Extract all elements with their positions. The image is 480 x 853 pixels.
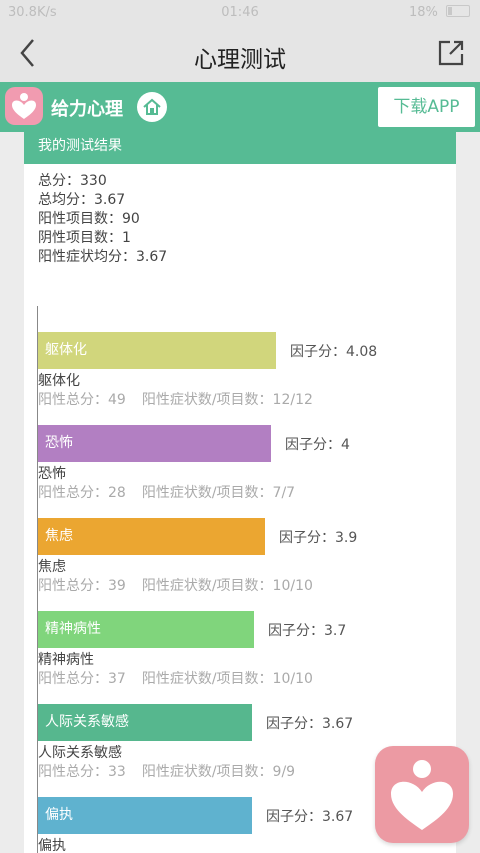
factor-bar: 精神病性 [38, 611, 254, 648]
factor-score-label: 因子分：3.9 [279, 530, 358, 546]
factor-row: 恐怖 因子分：4 恐怖 阳性总分：28 阳性症状数/项目数：7/7 [38, 399, 448, 501]
summary-average: 总均分：3.67 [38, 192, 126, 208]
battery-level: 18% [408, 5, 438, 20]
title-bar: 心理测试 [0, 26, 480, 83]
result-card: 我的测试结果 总分：330 总均分：3.67 阳性项目数：90 阴性项目数：1 … [24, 132, 456, 853]
factor-name: 人际关系敏感 [38, 745, 122, 761]
home-icon [143, 98, 161, 115]
summary-total: 总分：330 [38, 173, 107, 189]
factor-score-label: 因子分：4.08 [290, 344, 378, 360]
heart-person-icon [12, 93, 36, 119]
result-summary: 总分：330 总均分：3.67 阳性项目数：90 阴性项目数：1 阳性症状均分：… [24, 164, 456, 267]
factor-row: 精神病性 因子分：3.7 精神病性 阳性总分：37 阳性症状数/项目数：10/10 [38, 585, 448, 687]
share-button[interactable] [436, 38, 466, 68]
factor-name: 躯体化 [38, 373, 80, 389]
factor-score-label: 因子分：4 [285, 437, 350, 453]
summary-negative-items: 阴性项目数：1 [38, 230, 131, 246]
factor-score-label: 因子分：3.67 [266, 809, 354, 825]
app-logo [5, 87, 43, 125]
home-button[interactable] [137, 92, 167, 122]
factor-bar: 恐怖 [38, 425, 271, 462]
factor-bar: 焦虑 [38, 518, 265, 555]
factor-score-label: 因子分：3.67 [266, 716, 354, 732]
factor-row: 焦虑 因子分：3.9 焦虑 阳性总分：39 阳性症状数/项目数：10/10 [38, 492, 448, 594]
factor-name: 偏执 [38, 838, 66, 853]
floating-app-button[interactable] [375, 746, 469, 843]
factor-score-label: 因子分：3.7 [268, 623, 347, 639]
share-icon [438, 40, 464, 66]
factor-name: 焦虑 [38, 559, 66, 575]
factor-bar: 偏执 [38, 797, 252, 834]
summary-positive-average: 阳性症状均分：3.67 [38, 249, 168, 265]
battery-icon [446, 5, 470, 17]
page-title: 心理测试 [194, 47, 286, 73]
factor-bar: 躯体化 [38, 332, 276, 369]
factor-name: 恐怖 [38, 466, 66, 482]
result-card-title: 我的测试结果 [24, 132, 456, 164]
factor-name: 精神病性 [38, 652, 94, 668]
factor-bar: 人际关系敏感 [38, 704, 252, 741]
factor-row: 躯体化 因子分：4.08 躯体化 阳性总分：49 阳性症状数/项目数：12/12 [38, 306, 448, 408]
status-bar: 30.8K/s 01:46 18% [0, 0, 480, 26]
brand-name: 给力心理 [51, 99, 123, 120]
summary-positive-items: 阳性项目数：90 [38, 211, 140, 227]
download-app-button[interactable]: 下载APP [378, 87, 475, 127]
app-banner: 给力心理 下载APP [0, 82, 480, 132]
heart-person-icon [391, 760, 453, 830]
battery-status: 18% [409, 5, 470, 20]
